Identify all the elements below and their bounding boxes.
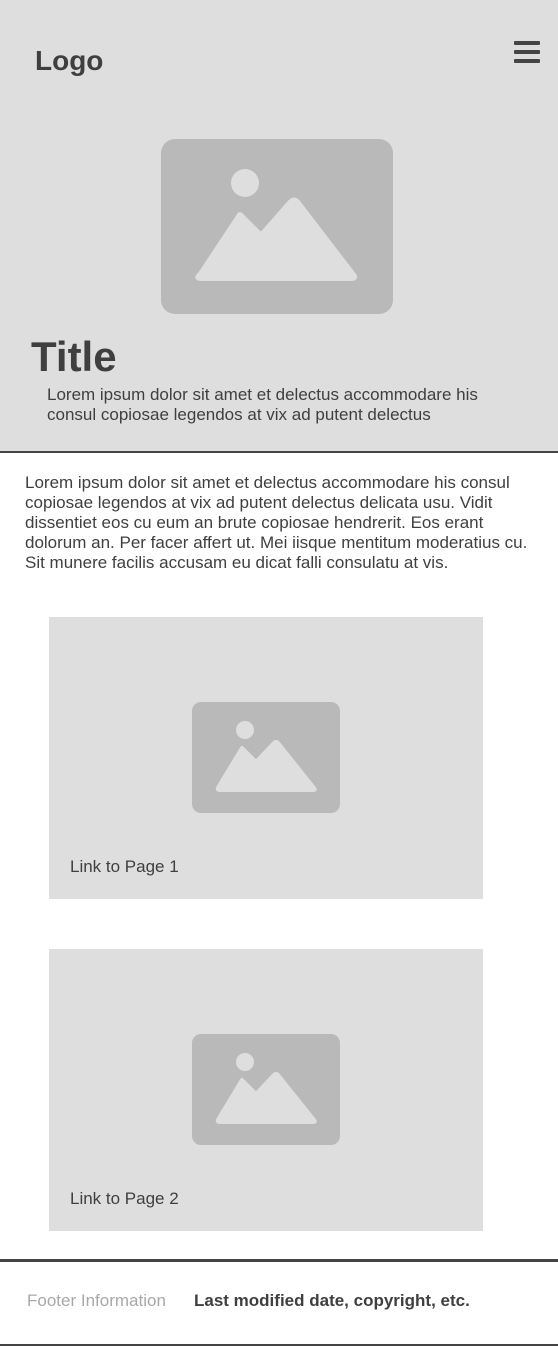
footer: Footer Information Last modified date, c…: [0, 1259, 558, 1346]
menu-bar-top: [514, 41, 540, 45]
hamburger-menu-icon[interactable]: [514, 41, 540, 63]
footer-info: Last modified date, copyright, etc.: [194, 1291, 470, 1310]
menu-bar-middle: [514, 50, 540, 54]
card-link-page-2[interactable]: Link to Page 2: [49, 949, 483, 1231]
intro-paragraph: Lorem ipsum dolor sit amet et delectus a…: [25, 473, 528, 572]
page-subtitle: Lorem ipsum dolor sit amet et delectus a…: [47, 385, 478, 424]
footer-label: Footer Information: [27, 1291, 166, 1310]
card-link-page-1[interactable]: Link to Page 1: [49, 617, 483, 899]
card-link-label[interactable]: Link to Page 1: [70, 857, 179, 877]
card-link-label[interactable]: Link to Page 2: [70, 1189, 179, 1209]
logo[interactable]: Logo: [35, 44, 103, 78]
image-placeholder-icon: [192, 702, 340, 813]
page-title: Title: [31, 333, 117, 380]
image-placeholder-icon: [161, 139, 393, 314]
hero-header: Logo Title Lorem ipsum dolor sit amet et…: [0, 0, 558, 453]
menu-bar-bottom: [514, 59, 540, 63]
image-placeholder-icon: [192, 1034, 340, 1145]
